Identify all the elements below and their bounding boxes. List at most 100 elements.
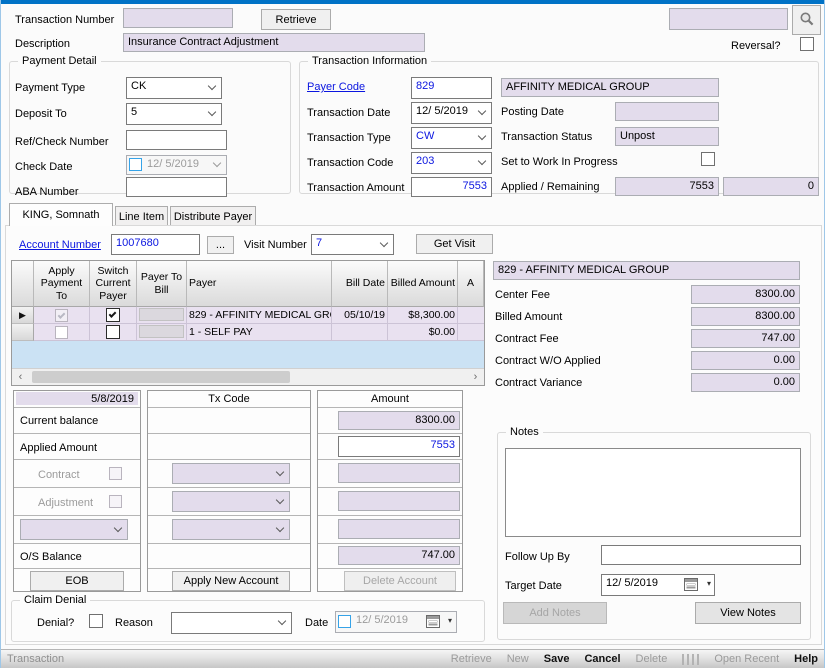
center-fee-value: 8300.00 [691, 285, 800, 304]
contract-variance-value: 0.00 [691, 373, 800, 392]
scroll-right-icon[interactable]: › [467, 369, 484, 385]
target-date-picker[interactable]: 12/ 5/2019 ▾ [601, 574, 715, 596]
payer-to-bill-cell[interactable] [137, 324, 187, 341]
scrollbar-thumb[interactable] [32, 371, 290, 383]
adjustment-amount-input[interactable] [338, 491, 460, 511]
statusbar-new[interactable]: New [507, 653, 529, 665]
adjustment-row: Adjustment [14, 488, 140, 516]
tab-distribute-payer[interactable]: Distribute Payer [170, 206, 256, 226]
payer-name-cell[interactable]: 829 - AFFINITY MEDICAL GRO [187, 307, 332, 324]
visit-number-select[interactable]: 7 [311, 234, 394, 255]
applied-amount-input[interactable]: 7553 [338, 436, 460, 457]
apply-payment-cell[interactable] [34, 307, 90, 324]
apply-payment-checkbox[interactable] [55, 309, 68, 322]
contract-txcode-select[interactable] [172, 463, 290, 484]
statusbar-retrieve[interactable]: Retrieve [451, 653, 492, 665]
wip-label: Set to Work In Progress [501, 156, 618, 168]
switch-payer-cell[interactable] [90, 324, 137, 341]
billed-amount-cell[interactable]: $8,300.00 [388, 307, 458, 324]
tab-patient[interactable]: KING, Somnath [9, 203, 113, 226]
wip-checkbox[interactable] [701, 152, 715, 166]
transaction-amount-input[interactable]: 7553 [411, 177, 492, 197]
partial-cell [458, 307, 484, 324]
account-number-link[interactable]: Account Number [19, 239, 101, 251]
scroll-left-icon[interactable]: ‹ [12, 369, 29, 385]
ref-check-number-label: Ref/Check Number [15, 136, 109, 148]
col-switch-current-payer[interactable]: Switch Current Payer [90, 261, 137, 307]
apply-payment-cell[interactable] [34, 324, 90, 341]
transaction-code-select[interactable]: 203 [411, 152, 492, 174]
extra-amount-input[interactable] [338, 519, 460, 539]
follow-up-by-input[interactable] [601, 545, 801, 565]
payer-row-selfpay[interactable]: 1 - SELF PAY $0.00 [12, 324, 484, 341]
current-row-marker-icon: ▶ [19, 310, 26, 321]
transaction-number-input[interactable] [123, 8, 233, 28]
extra-type-select[interactable] [20, 519, 128, 540]
transaction-date-select[interactable]: 12/ 5/2019 [411, 102, 492, 124]
payer-to-bill-cell[interactable] [137, 307, 187, 324]
follow-up-by-label: Follow Up By [505, 551, 570, 563]
payer-name-cell[interactable]: 1 - SELF PAY [187, 324, 332, 341]
denial-reason-select[interactable] [171, 612, 292, 634]
reversal-checkbox[interactable] [800, 37, 814, 51]
billed-amount-cell[interactable]: $0.00 [388, 324, 458, 341]
apply-payment-checkbox[interactable] [55, 326, 68, 339]
account-number-input[interactable]: 1007680 [111, 234, 200, 255]
statusbar-save[interactable]: Save [544, 653, 570, 665]
payer-code-input[interactable]: 829 [411, 77, 492, 99]
account-lookup-button[interactable]: ... [207, 236, 234, 254]
statusbar-delete[interactable]: Delete [636, 653, 668, 665]
payment-type-label: Payment Type [15, 82, 85, 94]
col-payer[interactable]: Payer [187, 261, 332, 307]
notes-textarea[interactable] [505, 448, 801, 537]
row-selector-cell[interactable]: ▶ [12, 307, 34, 324]
statusbar-open-recent[interactable]: Open Recent [714, 653, 779, 665]
denial-date-picker[interactable]: 12/ 5/2019 ▾ [335, 611, 457, 633]
adjustment-txcode-select[interactable] [172, 491, 290, 512]
contract-checkbox[interactable] [109, 467, 122, 480]
ref-check-number-input[interactable] [126, 130, 227, 150]
notes-title: Notes [506, 426, 543, 438]
statusbar-help[interactable]: Help [794, 653, 818, 665]
payer-row-affinity[interactable]: ▶ 829 - AFFINITY MEDICAL GRO 05/10/19 $8… [12, 307, 484, 324]
view-notes-button[interactable]: View Notes [695, 602, 801, 624]
bill-date-cell[interactable] [332, 324, 388, 341]
search-button[interactable] [792, 5, 821, 35]
col-payer-to-bill[interactable]: Payer To Bill [137, 261, 187, 307]
transaction-type-select[interactable]: CW [411, 127, 492, 149]
row-selector-cell[interactable] [12, 324, 34, 341]
check-date-picker[interactable]: 12/ 5/2019 [126, 155, 227, 175]
add-notes-button[interactable]: Add Notes [503, 602, 607, 624]
retrieve-button[interactable]: Retrieve [261, 9, 331, 30]
tab-line-item[interactable]: Line Item [115, 206, 168, 226]
denial-checkbox[interactable] [89, 614, 103, 628]
transaction-status-value: Unpost [615, 127, 719, 146]
adjustment-checkbox[interactable] [109, 495, 122, 508]
get-visit-button[interactable]: Get Visit [416, 234, 493, 254]
col-apply-payment-to[interactable]: Apply Payment To [34, 261, 90, 307]
deposit-to-select[interactable]: 5 [126, 103, 222, 125]
switch-payer-checkbox[interactable] [106, 325, 120, 339]
os-balance-row: O/S Balance [14, 544, 140, 569]
aba-number-input[interactable] [126, 177, 227, 197]
switch-payer-checkbox[interactable] [106, 308, 120, 322]
bill-date-cell[interactable]: 05/10/19 [332, 307, 388, 324]
check-date-checkbox[interactable] [129, 158, 142, 171]
payer-search-input[interactable] [669, 8, 788, 30]
col-bill-date[interactable]: Bill Date [332, 261, 388, 307]
grid-horizontal-scrollbar[interactable]: ‹ › [12, 368, 484, 385]
apply-new-account-button[interactable]: Apply New Account [172, 571, 290, 591]
payment-type-select[interactable]: CK [126, 77, 222, 99]
contract-amount-input[interactable] [338, 463, 460, 483]
switch-payer-cell[interactable] [90, 307, 137, 324]
transaction-info-title: Transaction Information [308, 55, 431, 67]
extra-txcode-select[interactable] [172, 519, 290, 540]
txcode-empty-row [148, 544, 310, 569]
payer-code-link[interactable]: Payer Code [307, 81, 365, 93]
statusbar-cancel[interactable]: Cancel [584, 653, 620, 665]
denial-date-checkbox[interactable] [338, 615, 351, 628]
eob-button[interactable]: EOB [30, 571, 124, 591]
apply-new-account-row: Apply New Account [148, 569, 310, 595]
delete-account-button[interactable]: Delete Account [344, 571, 456, 591]
col-billed-amount[interactable]: Billed Amount [388, 261, 458, 307]
